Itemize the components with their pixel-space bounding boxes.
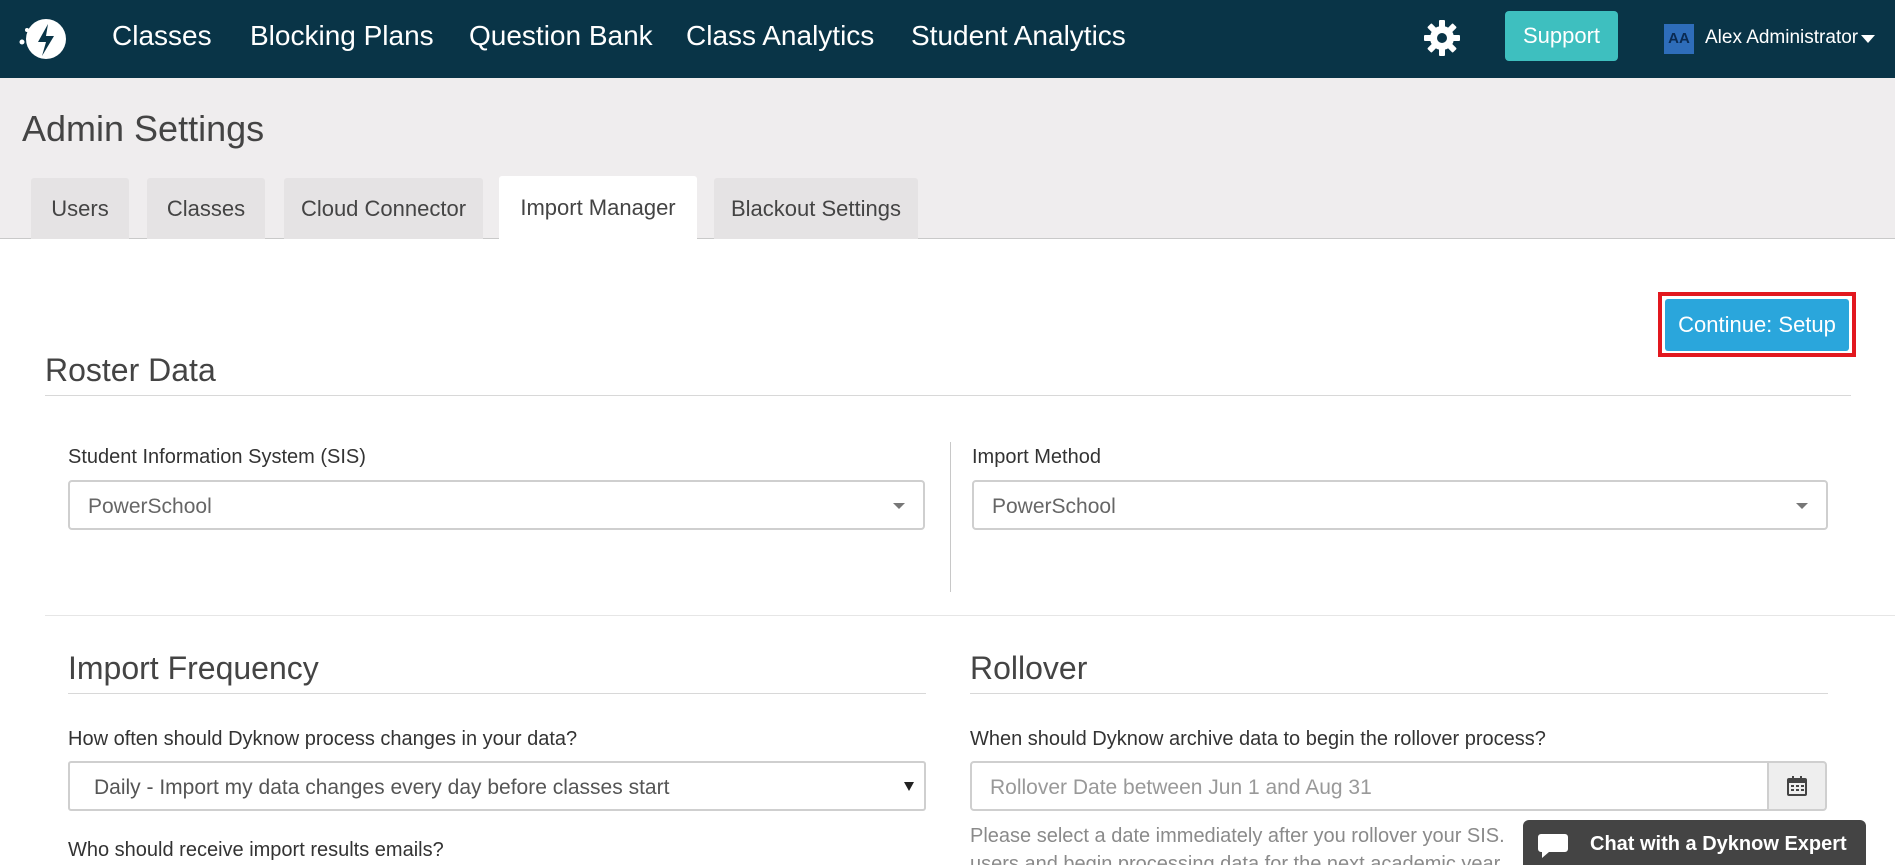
nav-item-question-bank[interactable]: Question Bank — [469, 20, 653, 52]
rollover-divider — [970, 693, 1828, 694]
tab-import-manager[interactable]: Import Manager — [499, 176, 697, 240]
page-header: Admin Settings Users Classes Cloud Conne… — [0, 78, 1895, 240]
frequency-select-value: Daily - Import my data changes every day… — [94, 776, 670, 799]
sis-select-value: PowerSchool — [88, 495, 212, 518]
chevron-down-icon[interactable] — [1861, 35, 1875, 43]
caret-down-icon — [1796, 503, 1808, 509]
rollover-date-input[interactable]: Rollover Date between Jun 1 and Aug 31 — [970, 761, 1769, 811]
caret-down-icon — [904, 782, 914, 791]
frequency-select[interactable]: Daily - Import my data changes every day… — [68, 761, 926, 811]
frequency-divider — [68, 693, 926, 694]
import-method-select[interactable]: PowerSchool — [972, 480, 1828, 530]
calendar-button[interactable] — [1767, 761, 1827, 811]
rollover-help-text-line1: Please select a date immediately after y… — [970, 825, 1505, 847]
import-frequency-title: Import Frequency — [68, 650, 319, 686]
continue-setup-button[interactable]: Continue: Setup — [1665, 299, 1849, 351]
import-method-label: Import Method — [972, 446, 1101, 468]
roster-data-title: Roster Data — [45, 352, 216, 388]
rollover-title: Rollover — [970, 650, 1088, 686]
user-menu-name[interactable]: Alex Administrator — [1705, 27, 1858, 49]
chat-bubble-icon — [1538, 834, 1568, 858]
rollover-date-placeholder: Rollover Date between Jun 1 and Aug 31 — [990, 776, 1372, 799]
gear-icon[interactable] — [1422, 18, 1462, 58]
page-title: Admin Settings — [22, 108, 265, 149]
import-method-select-value: PowerSchool — [992, 495, 1116, 518]
frequency-question-label: How often should Dyknow process changes … — [68, 728, 578, 750]
tab-blackout-settings[interactable]: Blackout Settings — [714, 178, 918, 239]
rollover-question-label: When should Dyknow archive data to begin… — [970, 728, 1546, 750]
import-emails-label: Who should receive import results emails… — [68, 839, 444, 861]
tab-users[interactable]: Users — [31, 178, 129, 239]
nav-item-class-analytics[interactable]: Class Analytics — [686, 20, 874, 52]
dyknow-logo-icon[interactable] — [18, 12, 72, 66]
top-nav-bar: Classes Blocking Plans Question Bank Cla… — [0, 0, 1895, 78]
tab-classes[interactable]: Classes — [147, 178, 265, 239]
roster-divider — [45, 395, 1851, 396]
nav-item-classes[interactable]: Classes — [112, 20, 212, 52]
chat-widget-label: Chat with a Dyknow Expert — [1590, 833, 1847, 855]
section-divider — [45, 615, 1895, 616]
caret-down-icon — [893, 503, 905, 509]
rollover-help-text-line2: users and begin processing data for the … — [970, 853, 1501, 865]
avatar[interactable]: AA — [1664, 24, 1694, 54]
calendar-icon — [1787, 776, 1807, 796]
nav-item-student-analytics[interactable]: Student Analytics — [911, 20, 1126, 52]
nav-item-blocking-plans[interactable]: Blocking Plans — [250, 20, 434, 52]
column-divider — [950, 442, 951, 592]
sis-label: Student Information System (SIS) — [68, 446, 366, 468]
chat-widget-button[interactable]: Chat with a Dyknow Expert — [1523, 820, 1866, 865]
support-button[interactable]: Support — [1505, 11, 1618, 61]
tab-cloud-connector[interactable]: Cloud Connector — [284, 178, 483, 239]
sis-select[interactable]: PowerSchool — [68, 480, 925, 530]
